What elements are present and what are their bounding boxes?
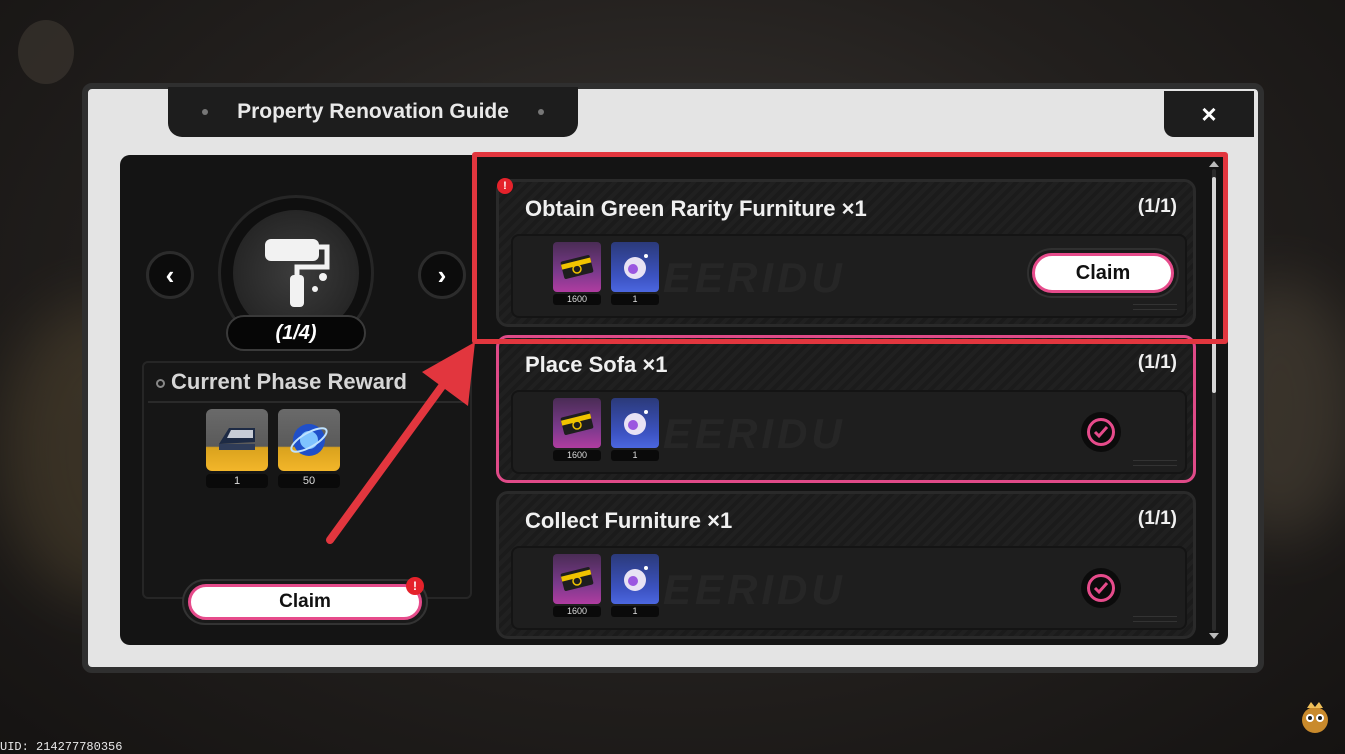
dialog-title: Property Renovation Guide bbox=[237, 100, 509, 123]
alert-badge-icon: ! bbox=[497, 178, 513, 194]
claim-phase-reward-button[interactable]: Claim ! bbox=[182, 577, 428, 625]
quest-card: Place Sofa ×1 (1/1) EERIDU 1600 1 bbox=[496, 335, 1196, 483]
quest-progress: (1/1) bbox=[1137, 352, 1177, 373]
creature-orb-icon bbox=[611, 398, 659, 448]
phase-reward-item[interactable]: 50 bbox=[278, 409, 340, 488]
quest-reward-item[interactable]: 1 bbox=[611, 398, 659, 461]
close-button[interactable]: × bbox=[1164, 91, 1254, 137]
bullet-icon bbox=[156, 378, 165, 388]
quest-progress: (1/1) bbox=[1137, 508, 1177, 529]
quest-card: Collect Furniture ×1 (1/1) EERIDU 1600 bbox=[496, 491, 1196, 639]
ticket-icon bbox=[553, 554, 601, 604]
bed-icon bbox=[206, 409, 268, 471]
game-logo-icon bbox=[18, 20, 74, 84]
reward-quantity: 1600 bbox=[553, 606, 601, 617]
chevron-right-icon: › bbox=[437, 259, 447, 290]
creature-orb-icon bbox=[611, 554, 659, 604]
prev-phase-button[interactable]: ‹ bbox=[146, 251, 194, 299]
title-dot-left-icon bbox=[202, 109, 208, 115]
watermark: EERIDU bbox=[663, 410, 846, 458]
quest-title: Collect Furniture ×1 bbox=[525, 508, 733, 533]
creature-orb-icon bbox=[611, 242, 659, 292]
phase-reward-item[interactable]: 1 bbox=[206, 409, 268, 488]
quest-reward-row: EERIDU 1600 1 bbox=[511, 390, 1187, 474]
quest-list-scrollbar[interactable] bbox=[1209, 161, 1219, 639]
claim-phase-reward-label: Claim bbox=[188, 584, 422, 620]
quest-reward-item[interactable]: 1600 bbox=[553, 554, 601, 617]
watermark: EERIDU bbox=[663, 254, 846, 302]
reward-quantity: 1600 bbox=[553, 294, 601, 305]
title-dot-right-icon bbox=[538, 109, 544, 115]
reward-quantity: 1 bbox=[611, 606, 659, 617]
decorative-lines bbox=[1133, 616, 1177, 622]
decorative-lines bbox=[1133, 460, 1177, 466]
quest-reward-row: EERIDU 1600 1 bbox=[511, 546, 1187, 630]
quest-progress: (1/1) bbox=[1137, 196, 1177, 217]
reward-quantity: 1 bbox=[611, 294, 659, 305]
quest-reward-row: EERIDU 1600 1 Claim bbox=[511, 234, 1187, 318]
reward-quantity: 1600 bbox=[553, 450, 601, 461]
close-icon: × bbox=[1201, 98, 1217, 129]
paint-roller-icon bbox=[265, 239, 330, 307]
quest-title: Place Sofa ×1 bbox=[525, 352, 668, 377]
quest-reward-item[interactable]: 1 bbox=[611, 554, 659, 617]
scroll-thumb[interactable] bbox=[1212, 177, 1216, 393]
quest-reward-item[interactable]: 1600 bbox=[553, 242, 601, 305]
next-phase-button[interactable]: › bbox=[418, 251, 466, 299]
phase-progress: (1/4) bbox=[226, 315, 366, 351]
scroll-down-icon[interactable] bbox=[1209, 633, 1219, 639]
quest-card: ! Obtain Green Rarity Furniture ×1 (1/1)… bbox=[496, 178, 1196, 327]
ticket-icon bbox=[553, 242, 601, 292]
dialog-title-tab: Property Renovation Guide bbox=[168, 87, 578, 137]
chevron-left-icon: ‹ bbox=[165, 259, 175, 290]
dialog-content: ‹ › (1/4) Current Phase Reward 1 50 Clai… bbox=[120, 155, 1228, 645]
divider bbox=[148, 401, 466, 403]
claimed-check-icon bbox=[1081, 412, 1121, 452]
reward-quantity: 50 bbox=[278, 474, 340, 488]
decorative-lines bbox=[1133, 304, 1177, 310]
polychrome-orb-icon bbox=[278, 409, 340, 471]
phase-reward-title: Current Phase Reward bbox=[171, 369, 407, 394]
reward-quantity: 1 bbox=[611, 450, 659, 461]
watermark: EERIDU bbox=[663, 566, 846, 614]
mascot-icon bbox=[1302, 702, 1328, 733]
reward-quantity: 1 bbox=[206, 474, 268, 488]
ticket-icon bbox=[553, 398, 601, 448]
quest-reward-item[interactable]: 1600 bbox=[553, 398, 601, 461]
renovation-guide-dialog: Property Renovation Guide × ‹ › (1/4) Cu… bbox=[82, 83, 1264, 673]
quest-title: Obtain Green Rarity Furniture ×1 bbox=[525, 196, 867, 221]
claimed-check-icon bbox=[1081, 568, 1121, 608]
quest-claim-button[interactable]: Claim bbox=[1027, 248, 1179, 298]
user-id-label: UID: 214277780356 bbox=[0, 740, 123, 754]
phase-panel: ‹ › (1/4) Current Phase Reward 1 50 Clai… bbox=[130, 155, 480, 645]
quest-claim-label: Claim bbox=[1032, 253, 1174, 293]
quest-list[interactable]: ! Obtain Green Rarity Furniture ×1 (1/1)… bbox=[496, 155, 1226, 645]
current-phase-reward-box: Current Phase Reward 1 50 bbox=[142, 361, 472, 599]
quest-reward-item[interactable]: 1 bbox=[611, 242, 659, 305]
phase-reward-heading: Current Phase Reward bbox=[156, 369, 456, 395]
alert-badge-icon: ! bbox=[406, 577, 424, 595]
scroll-up-icon[interactable] bbox=[1209, 161, 1219, 167]
